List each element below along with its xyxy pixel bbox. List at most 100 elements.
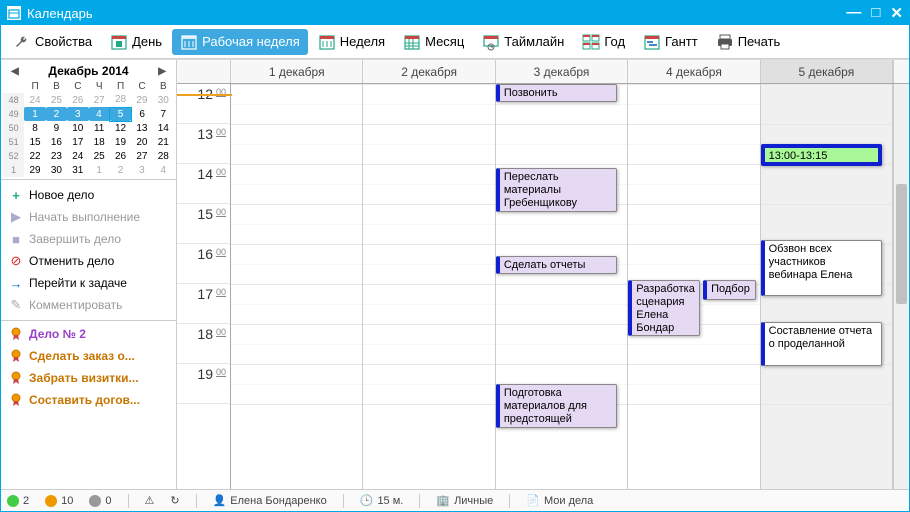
days-container[interactable]: Позвонить Переслать материалы Гребенщиков… <box>231 84 893 489</box>
status-refresh[interactable]: ↻ <box>170 494 179 507</box>
mini-cal-day[interactable]: 10 <box>67 121 88 135</box>
mini-cal-day[interactable]: 26 <box>67 93 88 107</box>
vertical-scrollbar[interactable] <box>893 84 909 489</box>
mini-cal-day[interactable]: 7 <box>153 107 174 121</box>
mini-cal-day[interactable]: 2 <box>46 107 67 121</box>
view-workweek-button[interactable]: Рабочая неделя <box>172 29 308 55</box>
mini-cal-day[interactable]: 22 <box>24 149 45 163</box>
mini-cal-day[interactable]: 28 <box>153 149 174 163</box>
mini-cal-day[interactable]: 27 <box>89 93 110 107</box>
mini-cal-title: Декабрь 2014 <box>48 64 128 78</box>
mini-cal-day[interactable]: 2 <box>110 163 131 177</box>
task-item[interactable]: Забрать визитки... <box>1 367 176 389</box>
day-column[interactable]: Разработка сценария Елена БондарПодбор <box>628 84 760 489</box>
mini-cal-day[interactable]: 23 <box>46 149 67 163</box>
mini-cal-day[interactable]: 18 <box>89 135 110 149</box>
day-header[interactable]: 4 декабря <box>628 60 760 83</box>
mini-cal-day[interactable]: 16 <box>46 135 67 149</box>
time-label: 1400 <box>177 164 230 204</box>
calendar-event[interactable]: Переслать материалы Гребенщикову <box>496 168 617 212</box>
status-duration[interactable]: 🕒15 м. <box>360 494 404 507</box>
status-user[interactable]: 👤Елена Бондаренко <box>213 494 327 507</box>
printer-icon <box>716 33 734 51</box>
maximize-button[interactable]: □ <box>871 4 880 22</box>
medal-icon <box>9 349 23 363</box>
view-year-button[interactable]: Год <box>574 29 633 55</box>
calendar-event[interactable]: Подбор <box>703 280 756 300</box>
day-column[interactable] <box>231 84 363 489</box>
mini-cal-day[interactable]: 1 <box>89 163 110 177</box>
mini-cal-day[interactable]: 29 <box>24 163 45 177</box>
view-month-button[interactable]: Месяц <box>395 29 472 55</box>
day-header[interactable]: 2 декабря <box>363 60 495 83</box>
mini-cal-day[interactable]: 24 <box>67 149 88 163</box>
mini-cal-day[interactable]: 13 <box>131 121 152 135</box>
mini-cal-day[interactable]: 24 <box>24 93 45 107</box>
mini-cal-day[interactable]: 8 <box>24 121 45 135</box>
day-header[interactable]: 5 декабря <box>761 60 893 83</box>
mini-cal-day[interactable]: 12 <box>110 121 131 135</box>
properties-button[interactable]: Свойства <box>5 29 100 55</box>
mini-cal-day[interactable]: 6 <box>131 107 152 121</box>
mini-cal-day[interactable]: 25 <box>89 149 110 163</box>
calendar-event[interactable]: Разработка сценария Елена Бондар <box>628 280 700 336</box>
mini-cal-day[interactable]: 30 <box>46 163 67 177</box>
mini-cal-day[interactable]: 14 <box>153 121 174 135</box>
mini-cal-day[interactable]: 4 <box>153 163 174 177</box>
mini-cal-day[interactable]: 30 <box>153 93 174 107</box>
cal-next-button[interactable]: ▶ <box>154 66 170 77</box>
task-item[interactable]: Сделать заказ о... <box>1 345 176 367</box>
mini-cal-day[interactable]: 25 <box>46 93 67 107</box>
mini-cal-day[interactable]: 5 <box>110 107 131 121</box>
new-item-action[interactable]: +Новое дело <box>1 184 176 206</box>
mini-cal-day[interactable]: 17 <box>67 135 88 149</box>
status-warning[interactable]: ⚠ <box>145 494 155 507</box>
cancel-action[interactable]: ⊘Отменить дело <box>1 250 176 272</box>
mini-cal-day[interactable]: 26 <box>110 149 131 163</box>
day-header[interactable]: 1 декабря <box>231 60 363 83</box>
day-header[interactable]: 3 декабря <box>496 60 628 83</box>
view-day-button[interactable]: День <box>102 29 170 55</box>
view-timeline-button[interactable]: Таймлайн <box>474 29 572 55</box>
mini-cal-day[interactable]: 11 <box>89 121 110 135</box>
time-label: 1500 <box>177 204 230 244</box>
mini-cal-day[interactable]: 21 <box>153 135 174 149</box>
calendar-event[interactable]: Обзвон всех участников вебинара Елена <box>761 240 882 296</box>
mini-cal-day[interactable]: 4 <box>89 107 110 121</box>
status-badge-orange[interactable]: 10 <box>45 495 73 507</box>
minimize-button[interactable]: — <box>846 4 861 22</box>
calendar-event[interactable]: Составление отчета о проделанной <box>761 322 882 366</box>
close-button[interactable]: ✕ <box>890 4 903 22</box>
calendar-event[interactable]: Сделать отчеты <box>496 256 617 274</box>
mini-cal-day[interactable]: 3 <box>67 107 88 121</box>
scrollbar-thumb[interactable] <box>896 184 907 304</box>
mini-cal-day[interactable]: 20 <box>131 135 152 149</box>
view-week-button[interactable]: Неделя <box>310 29 393 55</box>
mini-cal-day[interactable]: 31 <box>67 163 88 177</box>
task-item[interactable]: Дело № 2 <box>1 323 176 345</box>
task-item[interactable]: Составить догов... <box>1 389 176 411</box>
document-icon: 📄 <box>526 494 540 507</box>
day-column[interactable]: 13:00-13:15 Обзвон всех участников вебина… <box>761 84 893 489</box>
mini-cal-day[interactable]: 19 <box>110 135 131 149</box>
status-badge-grey[interactable]: 0 <box>89 495 111 507</box>
mini-cal-day[interactable]: 9 <box>46 121 67 135</box>
mini-cal-day[interactable]: 3 <box>131 163 152 177</box>
status-badge-green[interactable]: 2 <box>7 495 29 507</box>
view-gantt-button[interactable]: Гантт <box>635 29 706 55</box>
day-column[interactable] <box>363 84 495 489</box>
mini-cal-day[interactable]: 29 <box>131 93 152 107</box>
status-filter[interactable]: 📄Мои дела <box>526 494 593 507</box>
cal-prev-button[interactable]: ◀ <box>7 66 23 77</box>
print-button[interactable]: Печать <box>708 29 789 55</box>
mini-cal-day[interactable]: 27 <box>131 149 152 163</box>
mini-cal-day[interactable]: 28 <box>110 93 131 107</box>
goto-action[interactable]: →Перейти к задаче <box>1 272 176 294</box>
mini-cal-day[interactable]: 15 <box>24 135 45 149</box>
mini-cal-day[interactable]: 1 <box>24 107 45 121</box>
calendar-event[interactable]: Подготовка материалов для предстоящей <box>496 384 617 428</box>
calendar-event[interactable]: 13:00-13:15 <box>761 144 882 166</box>
status-category[interactable]: 🏢Личные <box>436 494 493 507</box>
calendar-event[interactable]: Позвонить <box>496 84 617 102</box>
day-column[interactable]: Позвонить Переслать материалы Гребенщиков… <box>496 84 628 489</box>
